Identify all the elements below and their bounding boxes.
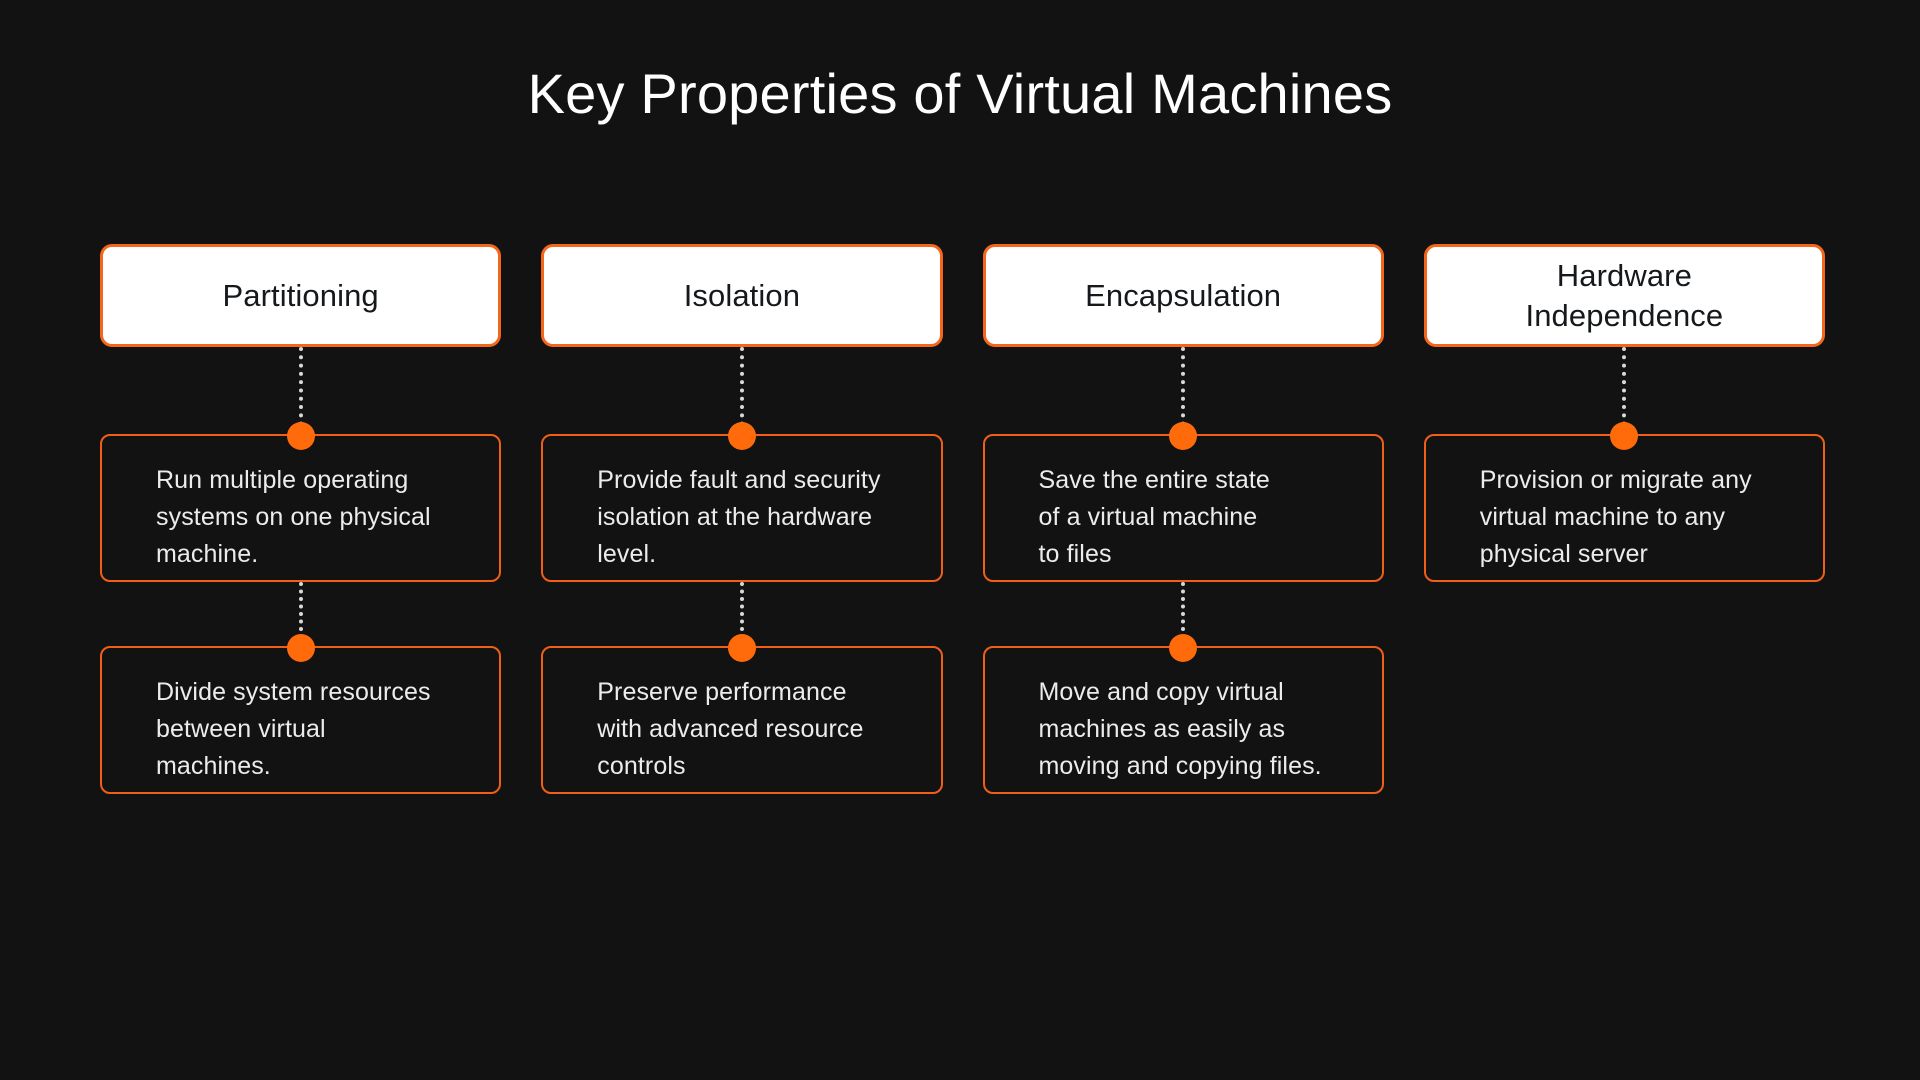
properties-grid: Partitioning Run multiple operating syst…	[100, 244, 1825, 794]
property-column-partitioning: Partitioning Run multiple operating syst…	[100, 244, 502, 794]
detail-card-encapsulation-2[interactable]: Move and copy virtual machines as easily…	[982, 634, 1384, 794]
property-column-isolation: Isolation Provide fault and security iso…	[541, 244, 943, 794]
dotted-line	[298, 347, 303, 434]
slide-root: Key Properties of Virtual Machines Parti…	[0, 0, 1920, 1080]
header-card-label: Isolation	[683, 277, 801, 313]
header-card-isolation[interactable]: Isolation	[541, 244, 943, 347]
node-dot-icon	[286, 422, 315, 450]
page-title: Key Properties of Virtual Machines	[527, 62, 1393, 125]
detail-card-hardware-independence-1[interactable]: Provision or migrate any virtual machine…	[1423, 422, 1825, 582]
detail-card-text: Provision or migrate any virtual machine…	[1479, 466, 1752, 568]
layout-spacer	[1424, 646, 1825, 794]
dotted-line	[1622, 347, 1627, 434]
detail-card-partitioning-1[interactable]: Run multiple operating systems on one ph…	[100, 422, 502, 582]
header-card-hardware-independence[interactable]: Hardware Independence	[1423, 244, 1825, 347]
detail-card-partitioning-2[interactable]: Divide system resources between virtual …	[100, 634, 502, 794]
header-card-encapsulation[interactable]: Encapsulation	[982, 244, 1384, 347]
header-card-label: Partitioning	[222, 277, 379, 313]
header-card-label: Encapsulation	[1085, 277, 1282, 313]
detail-card-text: Preserve performance with advanced resou…	[597, 678, 864, 780]
header-card-partitioning[interactable]: Partitioning	[100, 244, 502, 347]
connector-header-to-item-1	[100, 347, 501, 434]
connector-header-to-item-1	[983, 347, 1384, 434]
detail-card-text: Divide system resources between virtual …	[156, 678, 431, 780]
node-dot-icon	[1610, 422, 1639, 450]
detail-card-text: Provide fault and security isolation at …	[597, 466, 881, 568]
detail-card-isolation-2[interactable]: Preserve performance with advanced resou…	[541, 634, 943, 794]
node-dot-icon	[727, 634, 756, 662]
detail-card-text: Move and copy virtual machines as easily…	[1038, 678, 1322, 780]
header-card-label: Hardware Independence	[1525, 257, 1724, 333]
property-column-hardware-independence: Hardware Independence Provision or migra…	[1423, 244, 1825, 794]
dotted-line	[1181, 347, 1186, 434]
property-column-encapsulation: Encapsulation Save the entire state of a…	[982, 244, 1384, 794]
layout-spacer	[1424, 582, 1825, 646]
connector-header-to-item-1	[541, 347, 942, 434]
node-dot-icon	[1169, 634, 1198, 662]
detail-card-text: Run multiple operating systems on one ph…	[156, 466, 431, 568]
node-dot-icon	[286, 634, 315, 662]
detail-card-text: Save the entire state of a virtual machi…	[1038, 466, 1270, 568]
detail-card-encapsulation-1[interactable]: Save the entire state of a virtual machi…	[982, 422, 1384, 582]
detail-card-isolation-1[interactable]: Provide fault and security isolation at …	[541, 422, 943, 582]
node-dot-icon	[1169, 422, 1198, 450]
node-dot-icon	[727, 422, 756, 450]
dotted-line	[739, 347, 744, 434]
connector-header-to-item-1	[1424, 347, 1825, 434]
